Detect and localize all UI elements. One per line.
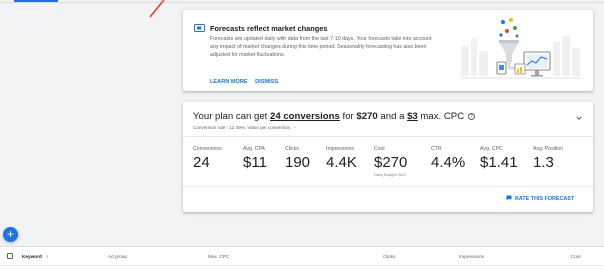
rate-forecast-label: RATE THIS FORECAST bbox=[515, 196, 575, 202]
help-icon[interactable]: ? bbox=[467, 113, 475, 120]
learn-more-link[interactable]: LEARN MORE bbox=[210, 79, 248, 85]
forecast-info-card: Forecasts reflect market changes Forecas… bbox=[183, 10, 593, 91]
metric-conversions: Conversions 24 bbox=[193, 146, 222, 171]
column-max-cpc[interactable]: Max. CPC bbox=[208, 254, 229, 259]
metric-value: $1.41 bbox=[480, 154, 518, 171]
metric-label: Conversions bbox=[193, 146, 222, 152]
forecast-illustration bbox=[461, 18, 581, 79]
plan-prefix: Your plan can get bbox=[193, 111, 270, 122]
metric-clicks: Clicks 190 bbox=[285, 146, 310, 171]
column-clicks[interactable]: Clicks bbox=[383, 254, 396, 259]
metric-value: 4.4K bbox=[326, 154, 357, 171]
column-cost[interactable]: Cost bbox=[571, 254, 581, 259]
plan-divider bbox=[183, 136, 593, 137]
plan-subtext: Conversion rate : 12.49%, Value per conv… bbox=[193, 125, 296, 130]
metric-avg-cpc: Avg. CPC $1.41 bbox=[480, 146, 518, 171]
add-keyword-button[interactable]: + bbox=[3, 227, 18, 242]
conversions-link[interactable]: 24 conversions bbox=[270, 111, 340, 122]
feedback-icon bbox=[506, 195, 512, 201]
plan-and-text: and a bbox=[377, 111, 408, 122]
sort-arrow-icon: ↑ bbox=[46, 254, 49, 259]
metric-label: Avg. CPA bbox=[243, 146, 266, 152]
column-keyword[interactable]: Keyword ↑ bbox=[22, 254, 48, 259]
metric-value: 1.3 bbox=[533, 154, 554, 171]
plan-suffix: max. CPC bbox=[417, 111, 465, 122]
metric-value: 24 bbox=[193, 154, 210, 171]
dismiss-button[interactable]: DISMISS bbox=[255, 79, 278, 85]
metric-avg-cpa: Avg. CPA $11 bbox=[243, 146, 267, 171]
metric-impressions: Impressions 4.4K bbox=[326, 146, 357, 171]
info-title: Forecasts reflect market changes bbox=[210, 24, 328, 33]
metric-label: Avg. CPC bbox=[480, 146, 503, 152]
metric-label: Impressions bbox=[326, 146, 354, 152]
metric-cost: Cost $270 Daily Budget: $15 bbox=[374, 146, 407, 177]
metric-avg-position: Avg. Position 1.3 bbox=[533, 146, 563, 171]
plan-headline: Your plan can get 24 conversions for $27… bbox=[193, 111, 475, 122]
metric-value: 190 bbox=[285, 154, 311, 171]
chevron-down-icon[interactable] bbox=[576, 115, 582, 121]
keyword-table-header: Keyword ↑ Ad group Max. CPC Clicks Impre… bbox=[0, 246, 604, 270]
metric-label: Avg. Position bbox=[533, 146, 564, 152]
select-all-checkbox[interactable] bbox=[7, 253, 13, 259]
metric-label: Clicks bbox=[285, 146, 299, 152]
metric-value: 4.4% bbox=[431, 154, 466, 171]
plan-for-text: for bbox=[339, 111, 357, 122]
header-divider bbox=[0, 2, 604, 3]
flag-icon bbox=[194, 24, 205, 32]
info-actions: LEARN MORE DISMISS bbox=[210, 79, 284, 85]
table-row-divider bbox=[0, 265, 604, 266]
daily-budget-note: Daily Budget: $15 bbox=[374, 172, 406, 177]
metric-label: Cost bbox=[374, 146, 385, 152]
info-body: Forecasts are updated daily with data fr… bbox=[210, 36, 432, 58]
max-cpc-link[interactable]: $3 bbox=[407, 111, 418, 122]
column-keyword-label: Keyword bbox=[22, 254, 42, 259]
annotation-arrow bbox=[149, 0, 165, 18]
column-impressions[interactable]: Impressions bbox=[459, 254, 484, 259]
plan-budget: $270 bbox=[356, 111, 378, 122]
plan-footer-divider bbox=[183, 186, 593, 187]
metric-label: CTR bbox=[431, 146, 442, 152]
column-ad-group[interactable]: Ad group bbox=[108, 254, 127, 259]
metric-value: $270 bbox=[374, 154, 408, 171]
plan-forecast-card: Your plan can get 24 conversions for $27… bbox=[183, 102, 593, 212]
metric-ctr: CTR 4.4% bbox=[431, 146, 465, 171]
rate-forecast-button[interactable]: RATE THIS FORECAST bbox=[506, 195, 574, 202]
metric-value: $11 bbox=[243, 154, 267, 171]
